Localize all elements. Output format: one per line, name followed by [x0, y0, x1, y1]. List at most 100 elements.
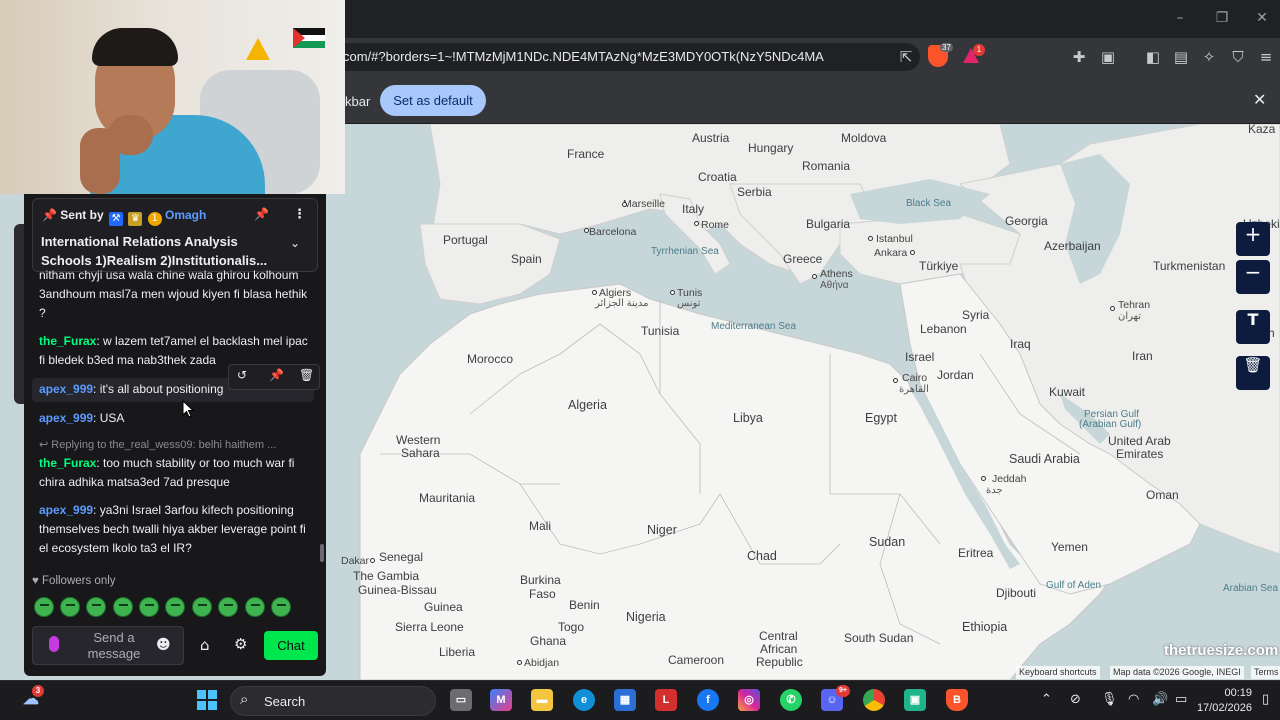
- map-label: Algeria: [568, 398, 607, 412]
- leo-ai-icon[interactable]: ✧: [1198, 46, 1220, 68]
- chat-panel-edge: [14, 224, 24, 404]
- emote-button[interactable]: [218, 597, 238, 617]
- chat-message: apex_999: it's all about positioning: [39, 380, 311, 399]
- notifications-icon[interactable]: ▯: [1262, 692, 1269, 707]
- terms-link[interactable]: Terms: [1251, 666, 1280, 679]
- menu-icon[interactable]: ≡: [1255, 46, 1277, 68]
- chat-username[interactable]: apex_999: [39, 503, 93, 517]
- map-label: Eritrea: [958, 546, 994, 560]
- facebook-icon[interactable]: f: [697, 689, 719, 711]
- url-text[interactable]: com/#?borders=1~!MTMzMjM1NDc.NDE4MTAzNg*…: [343, 49, 824, 64]
- map-label: Republic: [756, 655, 803, 669]
- city-dot-istanbul: [868, 236, 873, 241]
- map-label: Benin: [569, 598, 600, 612]
- chat-message: apex_999: USA: [39, 409, 311, 428]
- sidebar-icon[interactable]: ◧: [1142, 46, 1164, 68]
- emote-button[interactable]: [192, 597, 212, 617]
- store-app-icon[interactable]: ▦: [614, 689, 636, 711]
- more-options-icon[interactable]: ⋮: [293, 207, 306, 222]
- set-default-button[interactable]: Set as default: [380, 85, 486, 116]
- search-icon: ⌕: [240, 690, 249, 708]
- chat-username[interactable]: the_Furax: [39, 456, 96, 470]
- chat-message: apex_999: ya3ni Israel 3arfou kifech pos…: [39, 501, 311, 558]
- city-dot-barcelona: [584, 228, 589, 233]
- keyboard-shortcuts-link[interactable]: Keyboard shortcuts: [1016, 666, 1100, 679]
- minimize-icon[interactable]: –: [1170, 10, 1190, 28]
- share-icon[interactable]: ⇱: [895, 46, 917, 68]
- tray-overflow-icon[interactable]: ⌃: [1041, 692, 1052, 707]
- map-label: Istanbul: [876, 233, 913, 245]
- windows-start-icon[interactable]: [196, 689, 218, 711]
- zoom-in-button[interactable]: +: [1236, 222, 1270, 256]
- file-explorer-icon[interactable]: ▬: [531, 689, 553, 711]
- city-dot-abidjan: [517, 660, 522, 665]
- screenshot-icon[interactable]: ▣: [1097, 46, 1119, 68]
- emote-button[interactable]: [271, 597, 291, 617]
- emote-button[interactable]: [165, 597, 185, 617]
- emoji-picker-icon[interactable]: ☻: [156, 637, 171, 653]
- map-label: Sudan: [869, 535, 906, 549]
- wifi-icon[interactable]: ◠: [1128, 692, 1139, 707]
- emote-button[interactable]: [139, 597, 159, 617]
- map-label: تونس: [677, 298, 701, 309]
- emote-button[interactable]: [86, 597, 106, 617]
- whatsapp-icon[interactable]: ✆: [780, 689, 802, 711]
- taskbar-search[interactable]: [230, 686, 436, 716]
- chat-scrollbar[interactable]: [320, 544, 324, 562]
- chrome-icon[interactable]: [863, 689, 885, 711]
- city-dot-cairo: [893, 378, 898, 383]
- volume-icon[interactable]: 🔊: [1152, 692, 1168, 707]
- chevron-down-icon[interactable]: ⌄: [290, 236, 300, 250]
- m365-icon[interactable]: M: [490, 689, 512, 711]
- wallet-icon[interactable]: ▤: [1170, 46, 1192, 68]
- close-window-icon[interactable]: ✕: [1252, 10, 1272, 28]
- map-label: Moldova: [841, 131, 887, 145]
- instagram-icon[interactable]: ◎: [738, 689, 760, 711]
- edge-icon[interactable]: e: [573, 689, 595, 711]
- chat-send-button[interactable]: Chat: [264, 631, 318, 660]
- reply-text: Replying to the_real_wess09: belhi haith…: [51, 439, 277, 451]
- chat-username[interactable]: the_Furax: [39, 334, 96, 348]
- reply-context[interactable]: ↩ Replying to the_real_wess09: belhi hai…: [39, 438, 276, 451]
- map-label: Syria: [962, 308, 990, 322]
- microphone-icon[interactable]: [49, 636, 59, 652]
- text-tool-button[interactable]: T: [1236, 310, 1270, 344]
- city-dot-tunis: [670, 290, 675, 295]
- map-label: Saudi Arabia: [1009, 452, 1080, 466]
- unpin-icon[interactable]: 📌: [254, 207, 269, 221]
- infobar-close-icon[interactable]: ✕: [1253, 90, 1266, 109]
- map-label: Bulgaria: [806, 217, 851, 231]
- emote-button[interactable]: [60, 597, 80, 617]
- infobar-text: kbar: [345, 94, 371, 109]
- maximize-icon[interactable]: ❐: [1212, 10, 1232, 28]
- emote-button[interactable]: [34, 597, 54, 617]
- task-view-icon[interactable]: ▭: [450, 689, 472, 711]
- city-dot-athens: [812, 274, 817, 279]
- network-off-icon[interactable]: ⊘: [1070, 692, 1081, 707]
- microphone-tray-icon[interactable]: 🎙: [1101, 692, 1118, 707]
- map-label: Portugal: [443, 233, 488, 247]
- l-app-icon[interactable]: L: [655, 689, 677, 711]
- gear-icon[interactable]: ⚙: [234, 635, 247, 653]
- emote-button[interactable]: [245, 597, 265, 617]
- city-dot-algiers: [592, 290, 597, 295]
- trash-icon[interactable]: 🗑: [1236, 356, 1270, 390]
- pinned-user[interactable]: Omagh: [165, 208, 206, 222]
- chat-username[interactable]: apex_999: [39, 411, 93, 425]
- sub-badge-icon: 1: [147, 212, 162, 226]
- clock-time: 00:19: [1224, 687, 1252, 699]
- vpn-icon[interactable]: ⛉: [1227, 46, 1249, 68]
- battery-icon[interactable]: ▭: [1175, 692, 1187, 707]
- chat-username[interactable]: apex_999: [39, 382, 93, 396]
- teams-app-icon[interactable]: ▣: [904, 689, 926, 711]
- store-icon[interactable]: ⌂: [200, 636, 210, 654]
- zoom-out-button[interactable]: −: [1236, 260, 1270, 294]
- map-label: جدة: [986, 485, 1003, 496]
- taskbar-clock[interactable]: 00:19 17/02/2026: [1196, 686, 1252, 716]
- extensions-icon[interactable]: ✚: [1068, 46, 1090, 68]
- map-label: Israel: [905, 350, 935, 364]
- rewards-badge: 1: [973, 44, 985, 56]
- reply-arrow-icon: ↩: [39, 439, 52, 451]
- emote-button[interactable]: [113, 597, 133, 617]
- brave-icon[interactable]: B: [946, 689, 968, 711]
